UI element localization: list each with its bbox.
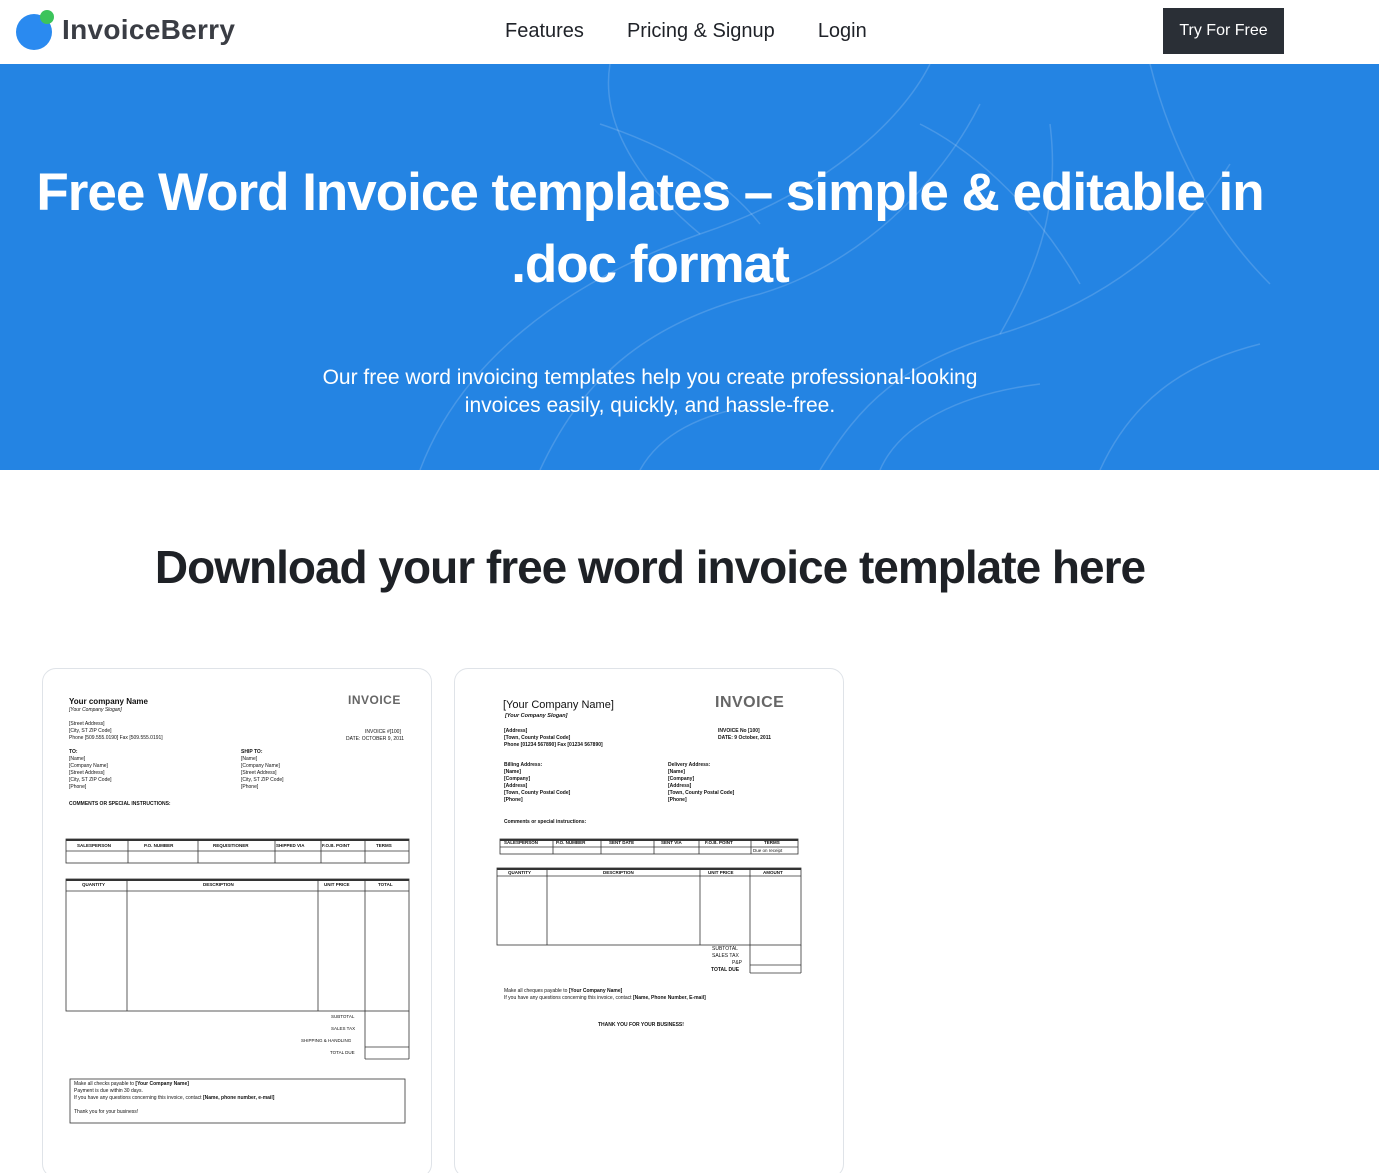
page-title: Free Word Invoice templates – simple & e… — [36, 163, 1264, 294]
try-for-free-button[interactable]: Try For Free — [1163, 8, 1284, 54]
berry-logo-icon — [14, 10, 54, 50]
site-header: InvoiceBerry Features Pricing & Signup L… — [0, 0, 1384, 64]
nav-login[interactable]: Login — [818, 20, 867, 43]
main-nav: Features Pricing & Signup Login — [505, 20, 867, 43]
template-card-1[interactable]: Your company Name [Your Company Slogan] … — [42, 668, 432, 1173]
section-title: Download your free word invoice template… — [154, 541, 1146, 593]
hero-subtitle: Our free word invoicing templates help y… — [322, 366, 978, 417]
brand-name: InvoiceBerry — [62, 14, 236, 45]
brand-logo[interactable]: InvoiceBerry — [14, 10, 235, 50]
nav-features[interactable]: Features — [505, 20, 584, 43]
hero-banner: Free Word Invoice templates – simple & e… — [0, 64, 1379, 470]
nav-pricing-signup[interactable]: Pricing & Signup — [627, 20, 775, 43]
invoice-template-preview-2: [Your Company Name] [Your Company Slogan… — [455, 669, 843, 1173]
template-card-2[interactable]: [Your Company Name] [Your Company Slogan… — [454, 668, 844, 1173]
invoice-template-preview-1: Your company Name [Your Company Slogan] … — [43, 669, 431, 1173]
invoice-2-table-lines — [496, 838, 802, 974]
